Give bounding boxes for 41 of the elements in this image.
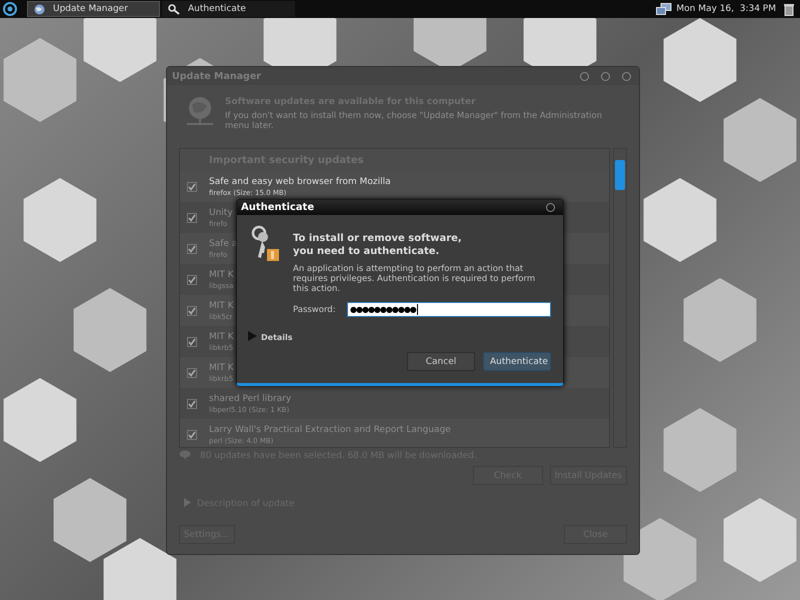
checkbox[interactable] — [187, 182, 197, 192]
taskbar-button[interactable]: Update Manager — [27, 1, 160, 17]
minimize-button[interactable] — [580, 72, 589, 80]
update-name: MIT K — [209, 332, 234, 342]
update-name: MIT K — [209, 270, 234, 280]
update-name: MIT K — [209, 300, 234, 310]
checkbox[interactable] — [187, 306, 197, 316]
checkbox[interactable] — [187, 274, 197, 284]
password-label: Password: — [293, 304, 336, 314]
update-name: Unity — [209, 208, 233, 218]
logo-icon[interactable] — [0, 0, 20, 18]
globe-icon — [185, 95, 215, 127]
checkbox[interactable] — [187, 368, 197, 378]
checkbox[interactable] — [187, 212, 197, 222]
taskbar-button[interactable]: Authenticate — [162, 1, 295, 17]
trash-icon[interactable] — [784, 2, 794, 16]
expander-label[interactable]: Details — [261, 333, 293, 342]
update-message: If you don't want to install them now, choose "Update Manager" from the Administration menu later. — [225, 111, 604, 131]
clock[interactable]: Mon May 16, 3:34 PM — [676, 4, 776, 14]
update-name: MIT K — [209, 362, 234, 372]
update-name: shared Perl library — [209, 394, 292, 404]
dialog-heading: To install or remove software, you need to authenticate. — [293, 232, 463, 258]
globe-icon — [34, 4, 45, 14]
cancel-button[interactable]: Cancel — [407, 352, 475, 371]
window-title: Authenticate — [241, 202, 314, 213]
checkbox[interactable] — [187, 398, 197, 408]
update-name: Larry Wall's Practical Extraction and Report Language — [209, 424, 451, 434]
network-icon[interactable] — [656, 2, 672, 16]
checkbox[interactable] — [187, 244, 197, 254]
scrollbar[interactable] — [613, 148, 627, 448]
update-name: Safe and easy web browser from Mozilla — [209, 176, 391, 186]
authenticate-button[interactable]: Authenticate — [483, 352, 551, 371]
maximize-button[interactable] — [601, 72, 610, 80]
checkbox[interactable] — [187, 336, 197, 346]
dialog-message: An application is attempting to perform an action that requires privileges. Authentication is required to perform this action. — [293, 264, 536, 294]
close-button[interactable] — [546, 203, 555, 212]
window-title: Update Manager — [172, 70, 261, 82]
password-field[interactable]: ●●●●●●●●●●● — [347, 302, 551, 317]
checkbox[interactable] — [187, 430, 197, 440]
scrollbar-thumb[interactable] — [615, 160, 625, 190]
close-button[interactable] — [622, 72, 631, 80]
